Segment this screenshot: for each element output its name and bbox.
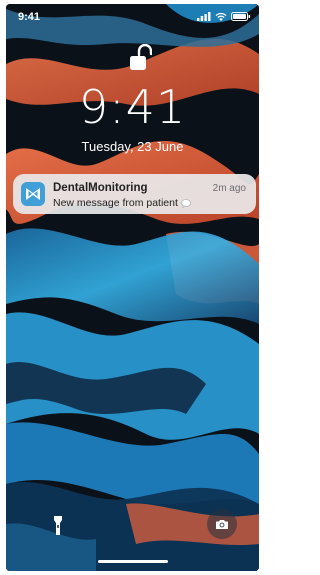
notification-time: 2m ago xyxy=(212,183,246,194)
status-time: 9:41 xyxy=(18,11,41,23)
camera-button[interactable] xyxy=(207,509,237,539)
wifi-icon xyxy=(215,12,227,21)
notification-card[interactable]: DentalMonitoring 2m ago New message from… xyxy=(13,174,256,214)
notification-app-name: DentalMonitoring xyxy=(53,182,148,194)
lock-screen: 9:41 9:41 Tuesday, 23 June DentalMonitor… xyxy=(6,4,259,571)
lock-screen-clock: 9:41 xyxy=(78,80,187,134)
bowtie-logo-icon xyxy=(26,188,40,200)
home-indicator[interactable] xyxy=(98,560,168,563)
notification-message: New message from patient xyxy=(53,197,178,209)
signal-icon xyxy=(197,12,211,21)
phone-frame: 9:41 9:41 Tuesday, 23 June DentalMonitor… xyxy=(0,0,265,575)
camera-icon xyxy=(216,519,228,529)
flashlight-button[interactable] xyxy=(44,512,72,540)
flashlight-icon xyxy=(54,516,62,535)
speech-bubble-icon xyxy=(181,198,191,208)
lock-screen-date: Tuesday, 23 June xyxy=(81,139,184,154)
status-icons xyxy=(197,12,251,21)
notification-message-row: New message from patient xyxy=(53,197,191,209)
dentalmonitoring-app-icon xyxy=(21,182,45,206)
status-bar: 9:41 xyxy=(6,4,259,26)
unlocked-padlock-icon xyxy=(130,44,152,70)
battery-icon xyxy=(231,12,251,21)
